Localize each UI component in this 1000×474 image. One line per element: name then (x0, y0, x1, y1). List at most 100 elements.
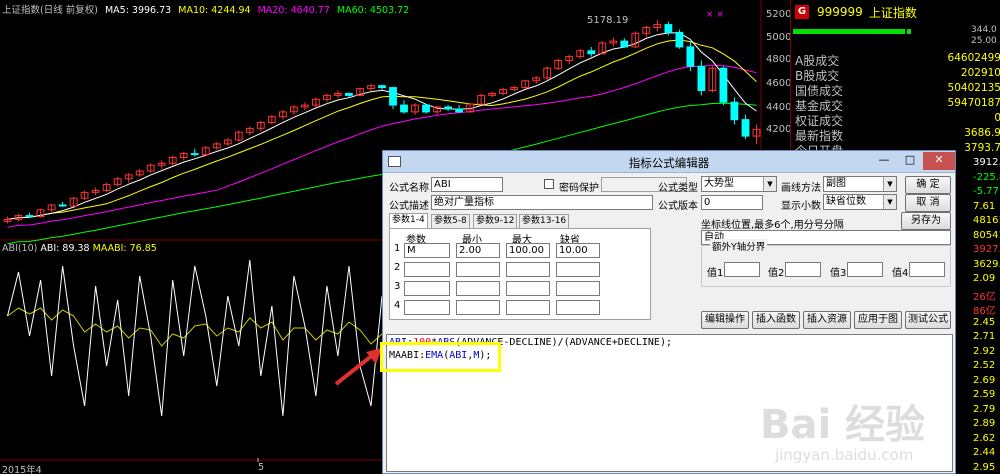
quote-small-1: 344.0 (971, 25, 997, 35)
g-badge[interactable]: G (795, 5, 809, 19)
right-value: 2.52 (973, 360, 996, 371)
quote-row-value: 3686.9 (964, 127, 1000, 139)
draw-select[interactable]: 副图 ▼ (823, 176, 897, 192)
right-value: 3927.1 (973, 244, 1000, 255)
candle-body (190, 153, 199, 156)
indicator-header: ABI(10) ABI: 89.38 MAABI: 76.85 (2, 243, 157, 254)
param-min-input[interactable] (456, 281, 500, 296)
date-label-may: 5 (258, 462, 265, 473)
param-max-input[interactable]: 100.00 (506, 243, 550, 258)
password-checkbox[interactable] (544, 179, 554, 189)
right-value: 2.89 (973, 418, 996, 429)
right-value: 2.44 (973, 447, 996, 458)
close-button[interactable]: ✕ (923, 152, 955, 170)
right-value: 2.69 (973, 374, 996, 386)
quote-row-value: 64602499 (947, 52, 1000, 64)
param-max-input[interactable] (506, 281, 550, 296)
value4-input[interactable] (909, 262, 945, 277)
value2-input[interactable] (785, 262, 821, 277)
chevron-down-icon: ▼ (883, 195, 896, 209)
value-label: 值3 (830, 268, 847, 279)
minimize-button[interactable]: — (871, 152, 897, 170)
formula-name-input[interactable]: ABI (431, 177, 503, 192)
param-name-input[interactable] (404, 300, 450, 315)
right-value: 2.62 (973, 432, 996, 444)
tab-params-13-16[interactable]: 参数13-16 (519, 214, 570, 228)
value-label: 值1 (707, 268, 724, 279)
candle-body (400, 104, 408, 113)
apply-to-chart-button[interactable]: 应用于图 (854, 311, 902, 329)
value3-input[interactable] (847, 262, 883, 277)
ma20-readout: MA20: 4640.77 (257, 5, 330, 16)
quote-row-label: 最新指数 (795, 129, 844, 143)
insert-resource-button[interactable]: 插入资源 (803, 311, 851, 329)
y-axis-label: 4600 (766, 78, 792, 89)
decimals-select[interactable]: 缺省位数 ▼ (823, 194, 897, 210)
param-max-input[interactable] (506, 262, 550, 277)
y-axis-label: 5200 (766, 9, 792, 20)
quote-row-label: 权证成交 (795, 114, 844, 128)
param-name-input[interactable] (404, 281, 450, 296)
candle-body (25, 215, 34, 218)
decimals-select-value: 缺省位数 (826, 196, 866, 207)
param-name-input[interactable] (404, 262, 450, 277)
param-min-input[interactable] (456, 300, 500, 315)
tab-params-1-4[interactable]: 参数1-4 (389, 213, 428, 228)
extra-y-label: 额外Y轴分界 (710, 239, 768, 253)
cancel-button[interactable]: 取 消 (905, 194, 951, 212)
watermark: Bai 经验 (760, 402, 926, 448)
quote-row-label: 国债成交 (795, 84, 844, 98)
candle-body (686, 46, 695, 67)
chevron-down-icon: ▼ (883, 177, 896, 191)
insert-function-button[interactable]: 插入函数 (752, 311, 800, 329)
formula-desc-input[interactable]: 绝对广量指标 (431, 195, 653, 210)
marker-icon: × × (706, 10, 724, 20)
type-select[interactable]: 大势型 ▼ (701, 176, 777, 192)
candle-body (345, 93, 353, 96)
ok-button[interactable]: 确 定 (905, 176, 951, 194)
right-value: 2.95 (973, 461, 996, 473)
param-max-input[interactable] (506, 300, 550, 315)
quote-code: 999999 (817, 5, 863, 19)
right-value: 2.79 (973, 403, 996, 415)
tab-params-9-12[interactable]: 参数9-12 (473, 214, 518, 228)
decimals-label: 显示小数 (781, 201, 821, 212)
quote-small-2: 25.00 (971, 36, 997, 46)
param-min-input[interactable] (456, 262, 500, 277)
quote-row-label: A股成交 (795, 54, 840, 68)
edit-ops-button[interactable]: 编辑操作 (701, 311, 749, 329)
right-value: 26亿 (973, 291, 996, 303)
quote-row-value: 59470187 (947, 97, 1000, 109)
dialog-title: 指标公式编辑器 (628, 156, 710, 170)
quote-title: G 999999 上证指数 (795, 4, 917, 20)
candle-body (378, 85, 386, 89)
maximize-button[interactable]: □ (897, 152, 923, 170)
chart-header: 上证指数(日线 前复权) MA5: 3996.73 MA10: 4244.94 … (2, 2, 413, 16)
dialog-titlebar[interactable]: 指标公式编辑器 — □ ✕ (383, 151, 955, 173)
param-min-input[interactable]: 2.00 (456, 243, 500, 258)
watermark-url: jingyan.baidu.com (775, 446, 914, 464)
formula-desc-label: 公式描述 (389, 201, 429, 212)
right-value: 4816131 (973, 215, 1000, 226)
maabi-readout: MAABI: 76.85 (92, 243, 157, 254)
value-label: 值4 (892, 268, 909, 279)
param-default-input[interactable] (556, 281, 600, 296)
version-input[interactable]: 0 (701, 195, 763, 210)
candle-body (455, 108, 464, 113)
param-default-input[interactable] (556, 300, 600, 315)
draw-select-value: 副图 (826, 178, 846, 189)
tab-params-5-8[interactable]: 参数5-8 (431, 214, 470, 228)
save-as-button[interactable]: 另存为 (901, 212, 951, 230)
coord-label: 坐标线位置,最多6个,用分号分隔 (701, 220, 844, 231)
value-label: 值2 (768, 268, 785, 279)
test-formula-button[interactable]: 测试公式 (905, 311, 951, 329)
extra-y-group: 额外Y轴分界 值1 值2 值3 值4 (701, 239, 951, 287)
y-axis-label: 4400 (766, 102, 792, 113)
version-label: 公式版本 (658, 201, 698, 212)
param-default-input[interactable]: 10.00 (556, 243, 600, 258)
right-value: 7.61 (973, 200, 996, 212)
ma5-readout: MA5: 3996.73 (104, 5, 172, 16)
value1-input[interactable] (724, 262, 760, 277)
param-default-input[interactable] (556, 262, 600, 277)
param-name-input[interactable]: M (404, 243, 450, 258)
